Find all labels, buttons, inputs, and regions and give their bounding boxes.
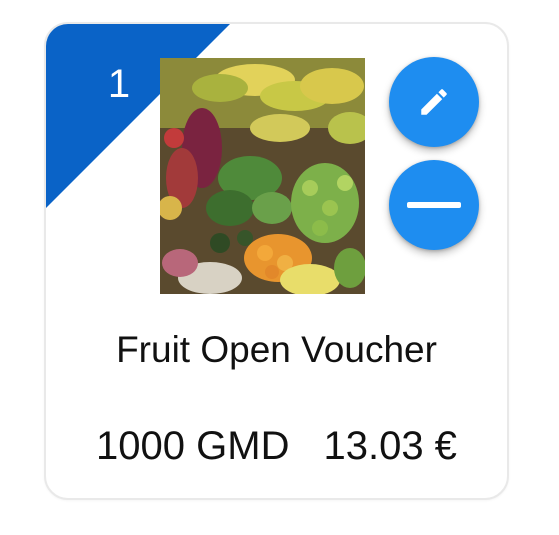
price-row: 1000 GMD 13.03 € (46, 422, 507, 470)
voucher-title: Fruit Open Voucher (116, 329, 437, 370)
minus-icon (407, 202, 461, 208)
voucher-card[interactable]: 1 Fruit Open Voucher 1000 GMD 13.03 € (44, 22, 509, 500)
remove-button[interactable] (389, 160, 479, 250)
price-gmd: 1000 GMD (96, 424, 290, 468)
edit-button[interactable] (389, 57, 479, 147)
price-eur: 13.03 € (323, 424, 457, 468)
voucher-index: 1 (107, 62, 131, 106)
pencil-icon (421, 89, 447, 115)
page: 1 Fruit Open Voucher 1000 GMD 13.03 € (0, 0, 559, 535)
fruit-photo (160, 58, 365, 294)
product-image (160, 58, 365, 294)
